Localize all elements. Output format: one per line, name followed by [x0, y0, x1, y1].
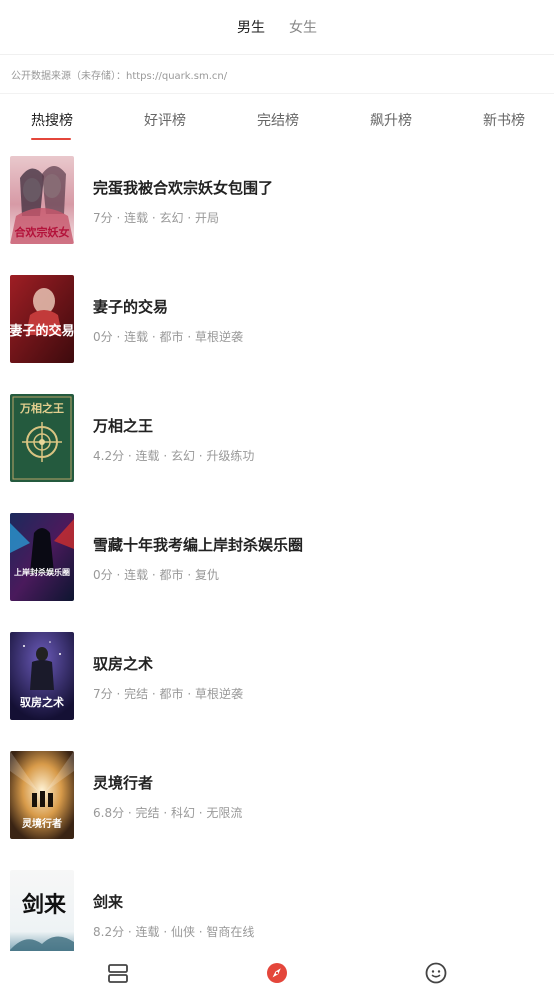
- cover-title-text: 妻子的交易: [10, 323, 74, 339]
- gender-switch: 男生 女生: [0, 0, 554, 55]
- tab-hot-search[interactable]: 热搜榜: [31, 110, 73, 130]
- book-meta: 0分 · 连载 · 都市 · 复仇: [93, 568, 219, 582]
- gender-tab-male[interactable]: 男生: [237, 13, 265, 41]
- data-source-note: 公开数据来源（未存储）：https://quark.sm.cn/: [0, 56, 554, 94]
- nav-discover-button[interactable]: [266, 962, 288, 984]
- book-title: 灵境行者: [93, 774, 154, 792]
- book-cover: 合欢宗妖女: [10, 156, 74, 244]
- data-source-text: 公开数据来源（未存储）：https://quark.sm.cn/: [11, 71, 228, 82]
- gender-tab-female[interactable]: 女生: [289, 13, 317, 41]
- book-cover: 剑来: [10, 870, 74, 951]
- nav-profile-button[interactable]: [425, 962, 447, 984]
- book-title: 驭房之术: [93, 655, 154, 673]
- book-cover: 上岸封杀娱乐圈: [10, 513, 74, 601]
- nav-bookshelf-button[interactable]: [107, 962, 129, 984]
- book-list: 合欢宗妖女 完蛋我被合欢宗妖女包围了 7分 · 连载 · 玄幻 · 开局 妻子的…: [0, 145, 554, 951]
- book-list-item[interactable]: 妻子的交易 妻子的交易 0分 · 连载 · 都市 · 草根逆袭: [0, 264, 554, 382]
- book-title: 剑来: [93, 893, 124, 911]
- book-cover: 妻子的交易: [10, 275, 74, 363]
- book-meta: 4.2分 · 连载 · 玄幻 · 升级练功: [93, 449, 255, 463]
- book-meta: 6.8分 · 完结 · 科幻 · 无限流: [93, 806, 243, 820]
- cover-title-text: 万相之王: [19, 401, 64, 415]
- book-title: 万相之王: [93, 417, 154, 435]
- app-root: 男生 女生 公开数据来源（未存储）：https://quark.sm.cn/ 热…: [0, 0, 554, 993]
- tab-new-books[interactable]: 新书榜: [483, 110, 525, 130]
- smiley-icon: [425, 962, 447, 984]
- active-tab-indicator: [31, 138, 71, 140]
- book-title: 雪藏十年我考编上岸封杀娱乐圈: [93, 536, 304, 554]
- book-list-item[interactable]: 上岸封杀娱乐圈 雪藏十年我考编上岸封杀娱乐圈 0分 · 连载 · 都市 · 复仇: [0, 502, 554, 620]
- book-title: 妻子的交易: [93, 298, 169, 316]
- book-cover: 灵境行者: [10, 751, 74, 839]
- bookshelf-icon: [108, 964, 128, 983]
- book-list-item[interactable]: 驭房之术 驭房之术 7分 · 完结 · 都市 · 草根逆袭: [0, 621, 554, 739]
- cover-title-text: 上岸封杀娱乐圈: [14, 567, 70, 577]
- tab-top-rated[interactable]: 好评榜: [144, 110, 186, 130]
- cover-title-text: 灵境行者: [22, 817, 62, 830]
- book-meta: 8.2分 · 连载 · 仙侠 · 智商在线: [93, 925, 255, 939]
- ranking-tabs: 热搜榜 好评榜 完结榜 飙升榜 新书榜: [0, 95, 554, 145]
- book-title: 完蛋我被合欢宗妖女包围了: [93, 179, 274, 197]
- book-list-item[interactable]: 合欢宗妖女 完蛋我被合欢宗妖女包围了 7分 · 连载 · 玄幻 · 开局: [0, 145, 554, 263]
- book-cover: 驭房之术: [10, 632, 74, 720]
- cover-title-text: 驭房之术: [20, 695, 64, 709]
- book-meta: 7分 · 连载 · 玄幻 · 开局: [93, 211, 219, 225]
- book-meta: 7分 · 完结 · 都市 · 草根逆袭: [93, 687, 243, 701]
- book-list-item[interactable]: 剑来 剑来 8.2分 · 连载 · 仙侠 · 智商在线: [0, 859, 554, 951]
- book-list-item[interactable]: 灵境行者 灵境行者 6.8分 · 完结 · 科幻 · 无限流: [0, 740, 554, 858]
- book-meta: 0分 · 连载 · 都市 · 草根逆袭: [93, 330, 243, 344]
- compass-icon: [267, 963, 287, 983]
- tab-completed[interactable]: 完结榜: [257, 110, 299, 130]
- book-cover: 万相之王: [10, 394, 74, 482]
- book-list-item[interactable]: 万相之王 万相之王 4.2分 · 连载 · 玄幻 · 升级练功: [0, 383, 554, 501]
- cover-title-text: 合欢宗妖女: [15, 225, 70, 239]
- bottom-navigation: [0, 951, 554, 993]
- tab-rising[interactable]: 飙升榜: [370, 110, 412, 130]
- cover-title-text: 剑来: [21, 892, 67, 918]
